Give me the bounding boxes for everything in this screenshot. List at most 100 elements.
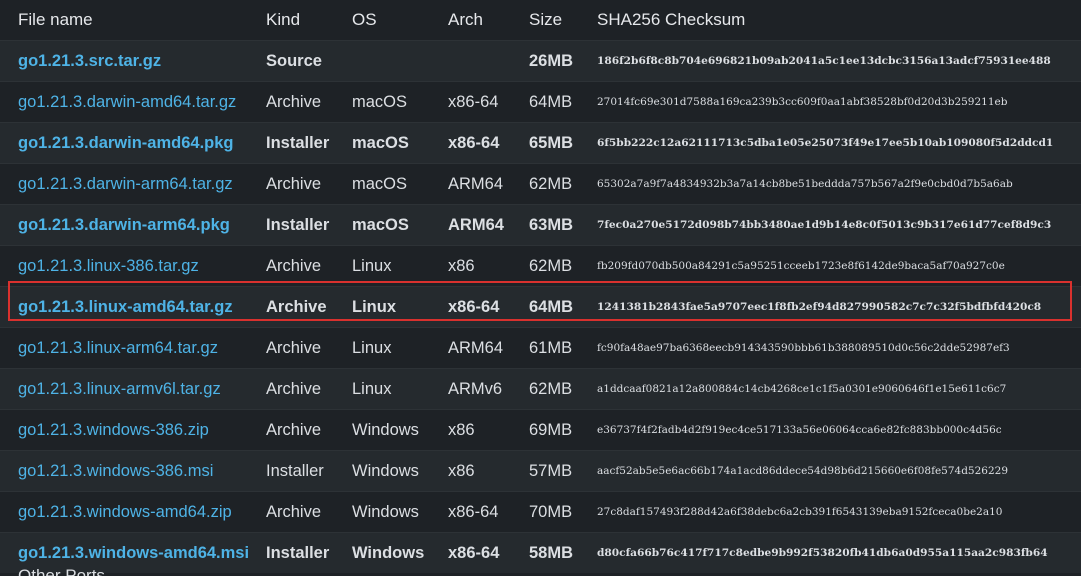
table-row: go1.21.3.linux-arm64.tar.gz Archive Linu… xyxy=(0,327,1081,369)
arch-cell: ARMv6 xyxy=(448,379,503,398)
checksum-cell: aacf52ab5e5e6ac66b174a1acd86ddece54d98b6… xyxy=(597,465,1009,477)
os-cell: macOS xyxy=(352,215,409,234)
kind-cell: Archive xyxy=(266,420,322,439)
kind-cell: Archive xyxy=(266,379,322,398)
header-arch: Arch xyxy=(448,10,483,29)
checksum-cell: 27c8daf157493f288d42a6f38debc6a2cb391f65… xyxy=(597,506,1003,518)
os-cell: Windows xyxy=(352,543,425,562)
file-link[interactable]: go1.21.3.windows-amd64.zip xyxy=(18,503,232,521)
header-size: Size xyxy=(529,10,563,29)
table-row: go1.21.3.darwin-arm64.pkg Installer macO… xyxy=(0,204,1081,246)
checksum-cell: d80cfa66b76c417f717c8edbe9b992f53820fb41… xyxy=(597,547,1048,559)
kind-cell: Archive xyxy=(266,338,322,357)
table-body: go1.21.3.src.tar.gz Source 26MB 186f2b6f… xyxy=(0,40,1081,573)
size-cell: 64MB xyxy=(529,92,573,111)
kind-cell: Archive xyxy=(266,502,322,521)
size-cell: 58MB xyxy=(529,543,574,562)
checksum-cell: e36737f4f2fadb4d2f919ec4ce517133a56e0606… xyxy=(597,424,1002,436)
checksum-cell: fb209fd070db500a84291c5a95251cceeb1723e8… xyxy=(597,260,1005,272)
checksum-cell: 27014fc69e301d7588a169ca239b3cc609f0aa1a… xyxy=(597,96,1008,108)
table-header: File name Kind OS Arch Size SHA256 Check… xyxy=(0,0,1081,41)
file-link[interactable]: go1.21.3.linux-arm64.tar.gz xyxy=(18,339,218,357)
file-link[interactable]: go1.21.3.windows-amd64.msi xyxy=(18,544,249,562)
size-cell: 57MB xyxy=(529,461,573,480)
table-row: go1.21.3.linux-386.tar.gz Archive Linux … xyxy=(0,245,1081,287)
kind-cell: Archive xyxy=(266,92,322,111)
downloads-table: File name Kind OS Arch Size SHA256 Check… xyxy=(0,0,1081,573)
checksum-cell: fc90fa48ae97ba6368eecb914343590bbb61b388… xyxy=(597,342,1010,354)
kind-cell: Installer xyxy=(266,215,330,234)
checksum-cell: 7fec0a270e5172d098b74bb3480ae1d9b14e8c0f… xyxy=(597,219,1052,231)
os-cell: macOS xyxy=(352,133,409,152)
checksum-cell: 1241381b2843fae5a9707eec1f8fb2ef94d82799… xyxy=(597,301,1042,313)
size-cell: 26MB xyxy=(529,51,574,70)
checksum-cell: 6f5bb222c12a62111713c5dba1e05e25073f49e1… xyxy=(597,137,1054,149)
arch-cell: x86-64 xyxy=(448,297,500,316)
file-link[interactable]: go1.21.3.linux-amd64.tar.gz xyxy=(18,298,233,316)
os-cell: Linux xyxy=(352,379,392,398)
os-cell: macOS xyxy=(352,92,408,111)
arch-cell: ARM64 xyxy=(448,215,504,234)
arch-cell: ARM64 xyxy=(448,174,504,193)
os-cell: Linux xyxy=(352,297,396,316)
file-link[interactable]: go1.21.3.linux-armv6l.tar.gz xyxy=(18,380,221,398)
header-file-name: File name xyxy=(18,10,93,29)
kind-cell: Archive xyxy=(266,174,322,193)
os-cell: Windows xyxy=(352,502,419,521)
kind-cell: Source xyxy=(266,51,322,70)
size-cell: 62MB xyxy=(529,379,573,398)
kind-cell: Installer xyxy=(266,133,330,152)
size-cell: 62MB xyxy=(529,174,573,193)
arch-cell: x86-64 xyxy=(448,92,499,111)
size-cell: 69MB xyxy=(529,420,573,439)
kind-cell: Installer xyxy=(266,543,330,562)
other-ports-heading: Other Ports xyxy=(18,566,105,576)
kind-cell: Installer xyxy=(266,461,324,480)
os-cell: Windows xyxy=(352,420,419,439)
file-link[interactable]: go1.21.3.windows-386.zip xyxy=(18,421,209,439)
table-row: go1.21.3.linux-armv6l.tar.gz Archive Lin… xyxy=(0,368,1081,410)
checksum-cell: a1ddcaaf0821a12a800884c14cb4268ce1c1f5a0… xyxy=(597,383,1007,395)
table-row: go1.21.3.darwin-arm64.tar.gz Archive mac… xyxy=(0,163,1081,205)
arch-cell: ARM64 xyxy=(448,338,504,357)
kind-cell: Archive xyxy=(266,256,322,275)
arch-cell: x86 xyxy=(448,461,475,480)
header-os: OS xyxy=(352,10,377,29)
table-row: go1.21.3.windows-386.zip Archive Windows… xyxy=(0,409,1081,451)
file-link[interactable]: go1.21.3.darwin-arm64.pkg xyxy=(18,216,230,234)
os-cell: Linux xyxy=(352,256,392,275)
size-cell: 62MB xyxy=(529,256,573,275)
os-cell: Windows xyxy=(352,461,419,480)
table-row: go1.21.3.darwin-amd64.tar.gz Archive mac… xyxy=(0,81,1081,123)
table-row: go1.21.3.darwin-amd64.pkg Installer macO… xyxy=(0,122,1081,164)
os-cell xyxy=(352,41,448,82)
table-row: go1.21.3.windows-amd64.msi Installer Win… xyxy=(0,532,1081,573)
table-row: go1.21.3.windows-amd64.zip Archive Windo… xyxy=(0,491,1081,533)
arch-cell: x86-64 xyxy=(448,133,500,152)
size-cell: 61MB xyxy=(529,338,573,357)
kind-cell: Archive xyxy=(266,297,327,316)
arch-cell: x86-64 xyxy=(448,502,499,521)
file-link[interactable]: go1.21.3.darwin-arm64.tar.gz xyxy=(18,175,233,193)
header-checksum: SHA256 Checksum xyxy=(597,10,746,29)
file-link[interactable]: go1.21.3.darwin-amd64.pkg xyxy=(18,134,233,152)
downloads-panel: File name Kind OS Arch Size SHA256 Check… xyxy=(0,0,1081,576)
checksum-cell: 186f2b6f8c8b704e696821b09ab2041a5c1ee13d… xyxy=(597,55,1051,67)
file-link[interactable]: go1.21.3.linux-386.tar.gz xyxy=(18,257,199,275)
file-link[interactable]: go1.21.3.windows-386.msi xyxy=(18,462,213,480)
arch-cell: x86 xyxy=(448,420,475,439)
os-cell: macOS xyxy=(352,174,408,193)
table-row: go1.21.3.src.tar.gz Source 26MB 186f2b6f… xyxy=(0,40,1081,82)
size-cell: 64MB xyxy=(529,297,574,316)
checksum-cell: 65302a7a9f7a4834932b3a7a14cb8be51beddda7… xyxy=(597,178,1013,190)
size-cell: 70MB xyxy=(529,502,573,521)
size-cell: 65MB xyxy=(529,133,574,152)
table-row: go1.21.3.linux-amd64.tar.gz Archive Linu… xyxy=(0,286,1081,328)
arch-cell xyxy=(448,41,529,82)
os-cell: Linux xyxy=(352,338,392,357)
file-link[interactable]: go1.21.3.darwin-amd64.tar.gz xyxy=(18,93,236,111)
arch-cell: x86 xyxy=(448,256,475,275)
table-row: go1.21.3.windows-386.msi Installer Windo… xyxy=(0,450,1081,492)
size-cell: 63MB xyxy=(529,215,574,234)
file-link[interactable]: go1.21.3.src.tar.gz xyxy=(18,52,161,70)
